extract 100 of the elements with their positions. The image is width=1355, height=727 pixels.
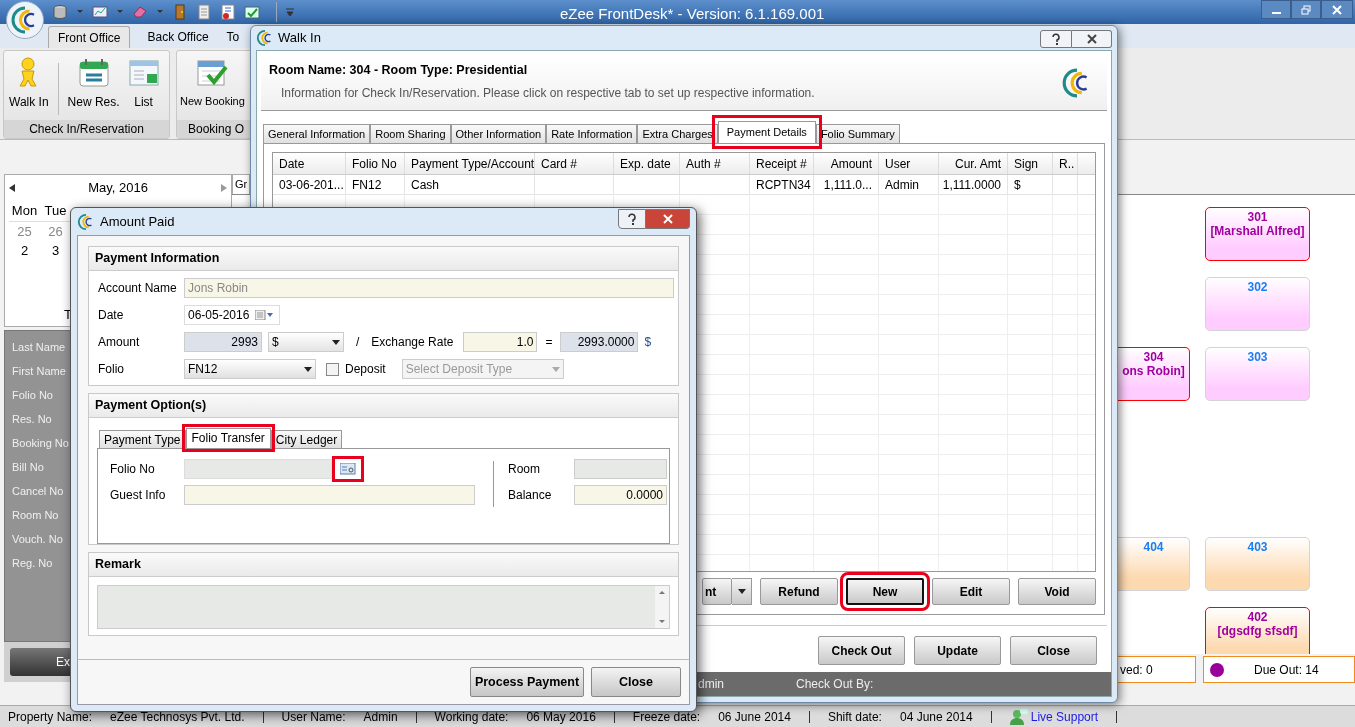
split-button[interactable]: nt (702, 578, 732, 605)
eraser-icon[interactable] (132, 4, 148, 20)
next-month-icon[interactable] (221, 184, 227, 192)
dialog-button[interactable]: Update (914, 636, 1001, 665)
column-header[interactable]: User (879, 153, 939, 174)
table-cell: 03-06-201... (273, 175, 346, 194)
guest-name: ons Robin] (1122, 364, 1185, 378)
room-tile[interactable]: 403 (1205, 537, 1310, 591)
field-label: Folio No (110, 460, 156, 478)
column-header[interactable]: Date (273, 153, 346, 174)
action-button[interactable]: Void (1018, 578, 1096, 605)
board-tab[interactable]: Gr (232, 174, 251, 194)
user-value: dmin (698, 676, 724, 693)
close-button[interactable] (1072, 30, 1112, 48)
room-tile[interactable]: 301 [Marshall Alfred] (1205, 207, 1310, 261)
minimize-button[interactable] (1261, 0, 1291, 19)
checkbox-label: Deposit (345, 361, 386, 378)
tab[interactable]: Folio Summary (815, 124, 900, 143)
door-icon[interactable] (172, 4, 188, 20)
dialog-button[interactable]: Close (1010, 636, 1097, 665)
field-label: Booking No (12, 436, 69, 451)
tab[interactable]: Extra Charges (637, 124, 718, 143)
folio-search-button[interactable] (335, 458, 361, 479)
room-tile[interactable]: 302 (1205, 277, 1310, 331)
field-label: Date (98, 307, 125, 324)
column-header[interactable]: Payment Type/Account (405, 153, 535, 174)
help-icon (1051, 33, 1061, 45)
close-button[interactable] (1321, 0, 1353, 19)
remark-field[interactable] (97, 585, 670, 629)
tab[interactable]: General Information (263, 124, 371, 143)
input-field[interactable] (184, 458, 332, 479)
calendar-day[interactable]: 2 (9, 241, 40, 261)
folio-dropdown[interactable]: FN12 (184, 359, 316, 379)
calendar-day[interactable]: 26 (40, 221, 71, 241)
previous-month-icon[interactable] (9, 184, 15, 192)
calendar-day[interactable]: 3 (40, 241, 71, 261)
column-header[interactable]: R.. (1053, 153, 1078, 174)
action-button[interactable]: Refund (760, 578, 838, 605)
room-tile[interactable]: 303 (1205, 347, 1310, 401)
dropdown-button[interactable] (732, 578, 752, 605)
action-button[interactable]: Edit (932, 578, 1010, 605)
help-button[interactable] (1040, 30, 1072, 48)
scrollbar-icon (655, 586, 669, 628)
column-header[interactable]: Receipt # (750, 153, 814, 174)
status-label: User Name: (281, 708, 346, 726)
column-header[interactable]: Auth # (680, 153, 750, 174)
database-icon[interactable] (52, 4, 68, 20)
ribbon-tab[interactable]: Back Office (146, 26, 210, 48)
ribbon-button[interactable]: New Res. (64, 57, 123, 111)
column-header[interactable]: Exp. date (614, 153, 680, 174)
document-icon[interactable] (196, 4, 212, 20)
checkbox[interactable] (326, 362, 339, 376)
list-icon (127, 57, 160, 89)
dialog-button[interactable]: Close (591, 667, 681, 697)
chart-icon[interactable] (92, 4, 108, 20)
input-field[interactable]: 2993 (184, 332, 262, 352)
customize-icon[interactable] (285, 7, 295, 17)
room-number: 403 (1247, 540, 1268, 554)
column-header[interactable]: Amount (814, 153, 879, 174)
live-support-link[interactable]: Live Support (1009, 707, 1099, 726)
dialog-button[interactable]: Check Out (818, 636, 905, 665)
column-header[interactable]: Folio No (346, 153, 405, 174)
column-header[interactable]: Cur. Amt (939, 153, 1008, 174)
ribbon-button[interactable]: Walk In (6, 57, 52, 111)
room-tile[interactable]: 404 (1118, 537, 1190, 591)
section-heading: Payment Information (95, 250, 220, 268)
tab[interactable]: City Ledger (270, 429, 343, 448)
room-number: 301 (1247, 210, 1268, 224)
checklist-icon[interactable] (244, 4, 260, 20)
input-field[interactable] (184, 484, 475, 505)
tab[interactable]: Other Information (450, 124, 547, 143)
close-button[interactable] (646, 209, 690, 229)
table-cell: Admin (879, 175, 939, 194)
window-title: eZee FrontDesk* - Version: 6.1.169.001 (560, 4, 825, 24)
tab[interactable]: Room Sharing (370, 124, 451, 143)
ribbon-tab[interactable]: Front Office (48, 26, 131, 48)
close-icon (1085, 34, 1098, 44)
date-field[interactable]: 06-05-2016 (184, 305, 280, 325)
column-header[interactable]: Card # (535, 153, 614, 174)
tab[interactable]: Rate Information (546, 124, 638, 143)
room-tile[interactable]: 402 [dgsdfg sfsdf] (1205, 607, 1310, 654)
field-label: First Name (12, 364, 66, 379)
input-field[interactable]: 1.0 (463, 332, 538, 352)
restore-button[interactable] (1291, 0, 1321, 19)
help-button[interactable] (618, 209, 646, 229)
column-header[interactable]: Sign (1008, 153, 1053, 174)
calendar-day[interactable]: 25 (9, 221, 40, 241)
calendar-dropdown-icon (255, 310, 274, 320)
ribbon-button[interactable]: New Booking (179, 57, 246, 110)
tab[interactable]: Payment Type (99, 429, 186, 448)
ribbon-tab[interactable]: To (225, 26, 241, 48)
room-number: 302 (1247, 280, 1268, 294)
currency-symbol: $ (644, 334, 652, 351)
dialog-button[interactable]: Process Payment (470, 667, 584, 697)
room-tile[interactable]: 304 ons Robin] (1118, 347, 1190, 401)
ribbon-button[interactable]: List (124, 57, 163, 111)
divider-symbol: / (356, 334, 360, 351)
guest-name: [Marshall Alfred] (1210, 224, 1305, 238)
currency-dropdown[interactable]: $ (268, 332, 344, 352)
spellcheck-icon[interactable] (220, 4, 236, 20)
